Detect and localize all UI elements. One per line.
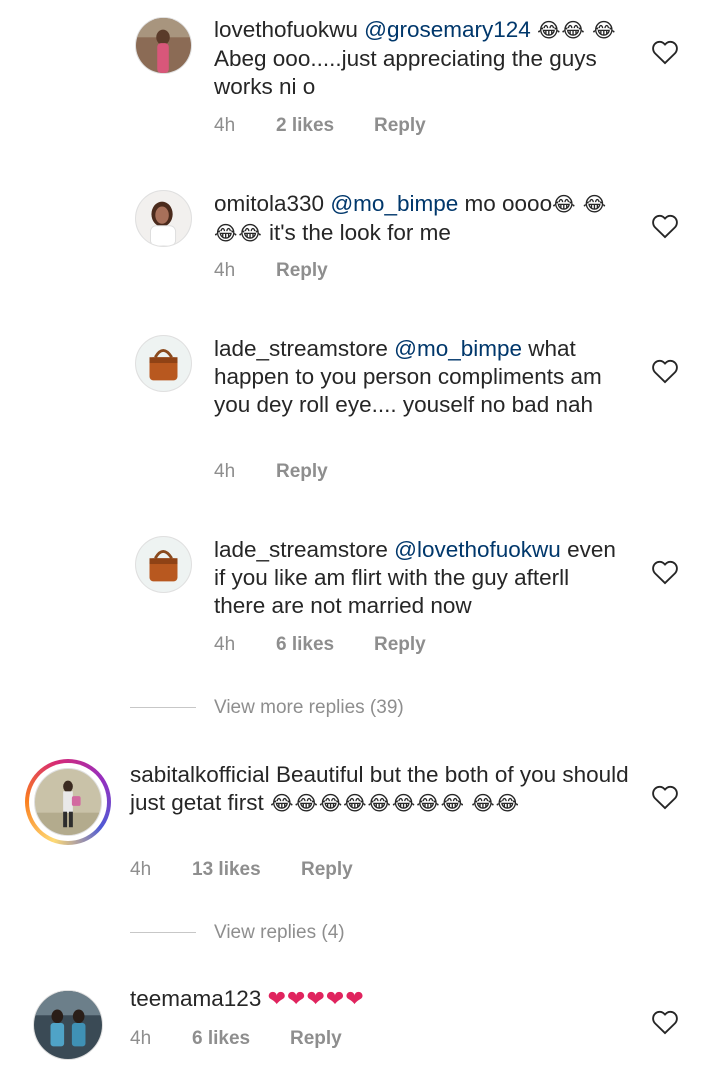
timestamp: 4h bbox=[214, 461, 236, 482]
comment-meta: 4h Reply bbox=[214, 460, 514, 484]
timestamp: 4h bbox=[214, 115, 236, 136]
timestamp: 4h bbox=[130, 859, 152, 880]
laughing-emoji: 😂 bbox=[552, 194, 577, 216]
view-more-replies-label[interactable]: View more replies (39) bbox=[214, 693, 404, 723]
divider-line bbox=[130, 707, 196, 708]
likes-count[interactable]: 6 likes bbox=[192, 1027, 250, 1051]
reply-button[interactable]: Reply bbox=[276, 259, 328, 283]
heart-outline-icon[interactable] bbox=[651, 39, 679, 65]
heart-outline-icon[interactable] bbox=[651, 213, 679, 239]
reply-button[interactable]: Reply bbox=[290, 1027, 342, 1051]
avatar[interactable] bbox=[33, 990, 103, 1060]
comment-meta: 4h Reply bbox=[214, 259, 514, 283]
red-heart-emoji: ❤❤❤❤❤ bbox=[267, 986, 365, 1011]
comment-body: mo oooo bbox=[464, 191, 553, 216]
laughing-emoji: 😂😂😂😂😂😂😂😂 bbox=[270, 793, 466, 815]
username[interactable]: sabitalkofficial bbox=[130, 762, 270, 787]
timestamp: 4h bbox=[214, 634, 236, 655]
mention-link[interactable]: @grosemary124 bbox=[364, 17, 531, 42]
comment-text: omitola330 @mo_bimpe mo oooo😂 😂😂😂 it's t… bbox=[214, 190, 624, 248]
mention-link[interactable]: @mo_bimpe bbox=[330, 191, 458, 216]
comment-body: Abeg ooo.....just appreciating the guys … bbox=[214, 46, 597, 99]
comment-text: teemama123 ❤❤❤❤❤ bbox=[130, 985, 630, 1013]
username[interactable]: omitola330 bbox=[214, 191, 324, 216]
heart-outline-icon[interactable] bbox=[651, 559, 679, 585]
comment-text: lade_streamstore @lovethofuokwu even if … bbox=[214, 536, 624, 620]
username[interactable]: lovethofuokwu bbox=[214, 17, 358, 42]
comment-meta: 4h 6 likes Reply bbox=[214, 633, 514, 657]
mention-link[interactable]: @lovethofuokwu bbox=[394, 537, 561, 562]
heart-outline-icon[interactable] bbox=[651, 1009, 679, 1035]
reply-button[interactable]: Reply bbox=[276, 460, 328, 484]
heart-outline-icon[interactable] bbox=[651, 784, 679, 810]
reply-button[interactable]: Reply bbox=[374, 114, 426, 138]
laughing-emoji: 😂😂 bbox=[537, 20, 586, 42]
likes-count[interactable]: 13 likes bbox=[192, 858, 261, 882]
comment-meta: 4h 6 likes Reply bbox=[130, 1027, 430, 1051]
likes-count[interactable]: 2 likes bbox=[276, 114, 334, 138]
comment-text: sabitalkofficial Beautiful but the both … bbox=[130, 761, 630, 818]
comment-text: lovethofuokwu @grosemary124 😂😂 😂 Abeg oo… bbox=[214, 16, 624, 101]
timestamp: 4h bbox=[130, 1028, 152, 1049]
laughing-emoji: 😂😂 bbox=[471, 793, 521, 815]
reply-button[interactable]: Reply bbox=[301, 858, 353, 882]
username[interactable]: lade_streamstore bbox=[214, 537, 388, 562]
timestamp: 4h bbox=[214, 260, 236, 281]
reply-button[interactable]: Reply bbox=[374, 633, 426, 657]
mention-link[interactable]: @mo_bimpe bbox=[394, 336, 522, 361]
avatar[interactable] bbox=[135, 17, 192, 74]
heart-outline-icon[interactable] bbox=[651, 358, 679, 384]
avatar[interactable] bbox=[135, 335, 192, 392]
comment-body: it's the look for me bbox=[269, 220, 451, 245]
view-more-replies[interactable]: View more replies (39) bbox=[130, 693, 530, 723]
laughing-emoji: 😂 bbox=[592, 20, 617, 42]
avatar[interactable] bbox=[34, 768, 102, 836]
comment-meta: 4h 2 likes Reply bbox=[214, 114, 514, 138]
divider-line bbox=[130, 932, 196, 933]
username[interactable]: lade_streamstore bbox=[214, 336, 388, 361]
likes-count[interactable]: 6 likes bbox=[276, 633, 334, 657]
avatar[interactable] bbox=[135, 536, 192, 593]
view-replies-label[interactable]: View replies (4) bbox=[214, 918, 345, 948]
comment-meta: 4h 13 likes Reply bbox=[130, 858, 430, 882]
view-replies[interactable]: View replies (4) bbox=[130, 918, 530, 948]
username[interactable]: teemama123 bbox=[130, 986, 261, 1011]
comment-text: lade_streamstore @mo_bimpe what happen t… bbox=[214, 335, 624, 419]
avatar[interactable] bbox=[135, 190, 192, 247]
